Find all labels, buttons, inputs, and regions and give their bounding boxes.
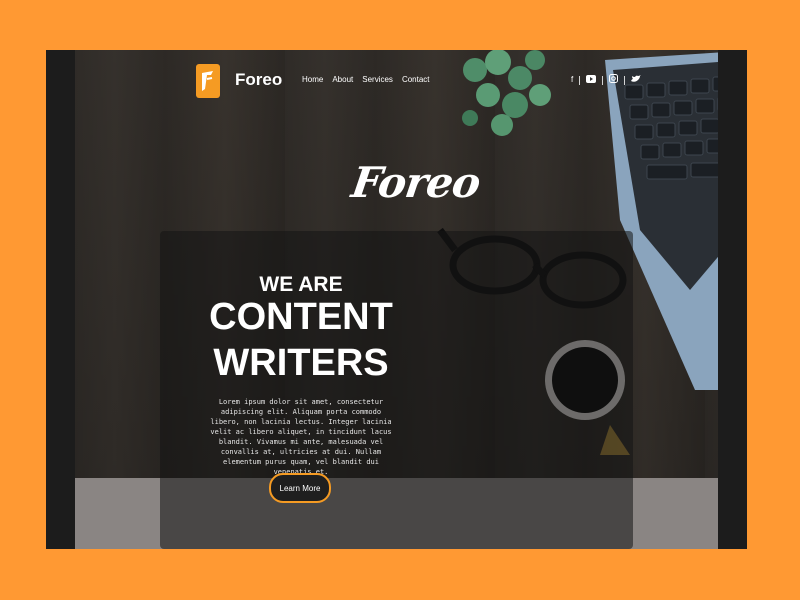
main-nav: Home About Services Contact [302, 75, 430, 84]
website-frame: Foreo Home About Services Contact f Fore… [46, 50, 747, 549]
nav-home[interactable]: Home [302, 75, 323, 84]
nav-about[interactable]: About [332, 75, 353, 84]
learn-more-button[interactable]: Learn More [269, 473, 331, 503]
divider [624, 75, 626, 85]
nav-contact[interactable]: Contact [402, 75, 430, 84]
hero-title-line1: CONTENT [209, 296, 393, 338]
youtube-icon[interactable] [586, 74, 597, 86]
divider [602, 75, 604, 85]
instagram-icon[interactable] [609, 74, 619, 86]
brand-name[interactable]: Foreo [235, 70, 282, 90]
divider [579, 75, 581, 85]
hero-eyebrow: WE ARE [259, 273, 343, 296]
social-links: f [571, 74, 642, 86]
hero-title-line2: WRITERS [213, 342, 389, 384]
script-logo: Foreo [348, 158, 483, 207]
plant-image [462, 50, 551, 136]
nav-services[interactable]: Services [362, 75, 393, 84]
hero-paragraph: Lorem ipsum dolor sit amet, consectetur … [210, 398, 392, 476]
logo-icon[interactable] [196, 64, 220, 98]
twitter-icon[interactable] [631, 74, 642, 86]
facebook-icon[interactable]: f [571, 75, 573, 85]
